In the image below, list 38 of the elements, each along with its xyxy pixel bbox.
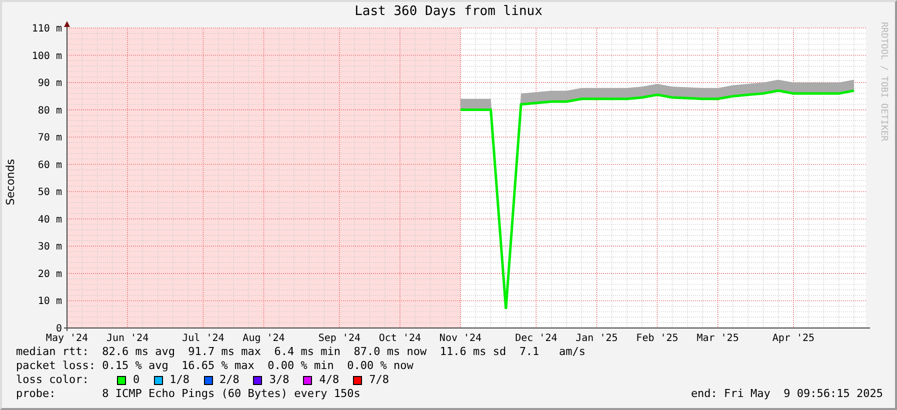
y-tick-label: 10 m [38, 296, 62, 308]
watermark-credit: RRDTOOL / TOBI OETIKER [877, 22, 890, 142]
x-tick-label: Sep '24 [318, 333, 360, 344]
x-tick-label: Aug '24 [242, 333, 285, 344]
x-tick-label: Jun '24 [106, 333, 149, 344]
y-tick-label: 80 m [38, 105, 62, 116]
loss-color-legend-label: 1/8 [170, 373, 190, 387]
x-tick-label: Mar '25 [696, 333, 739, 344]
x-tick-label: Jan '25 [576, 333, 618, 344]
chart-title: Last 360 Days from linux [354, 4, 542, 20]
x-tick-label: Dec '24 [515, 333, 558, 344]
loss-color-label: loss color: [16, 373, 90, 387]
probe-info: probe: 8 ICMP Echo Pings (60 Bytes) every 150s [16, 387, 360, 401]
y-tick-label: 40 m [38, 214, 62, 226]
y-tick-label: 60 m [38, 160, 62, 171]
loss-color-legend-label: 2/8 [220, 373, 240, 387]
packet-loss-stats: packet loss: 0.15 % avg 16.65 % max 0.00 % min 0.00 % now [16, 359, 414, 372]
end-time: end: Fri May 9 09:56:15 2025 [690, 387, 883, 401]
y-tick-label: 0 [56, 324, 62, 334]
x-tick-label: Oct '24 [378, 333, 422, 344]
y-tick-label: 50 m [38, 187, 62, 198]
loss-color-legend-label: 7/8 [369, 373, 389, 387]
y-tick-label: 90 m [38, 78, 62, 90]
y-tick-label: 70 m [38, 132, 62, 144]
x-tick-label: Nov '24 [439, 333, 482, 344]
y-tick-label: 20 m [38, 268, 62, 280]
y-tick-label: 110 m [32, 24, 62, 34]
x-tick-label: Feb '25 [636, 333, 678, 344]
loss-color-legend-label: 0 [133, 373, 140, 387]
y-tick-label: 30 m [38, 242, 62, 253]
y-tick-label: 100 m [32, 50, 62, 62]
loss-color-legend-label: 4/8 [319, 373, 340, 387]
x-tick-label: May '24 [46, 333, 88, 344]
x-tick-label: Apr '25 [772, 333, 815, 344]
x-tick-label: Jul '24 [182, 333, 224, 344]
loss-color-legend-label: 3/8 [269, 373, 290, 387]
y-axis-title: Seconds [2, 159, 18, 206]
median-rtt-stats: median rtt: 82.6 ms avg 91.7 ms max 6.4 ms min 87.0 ms now 11.6 ms sd 7.1 am/s [16, 345, 586, 358]
